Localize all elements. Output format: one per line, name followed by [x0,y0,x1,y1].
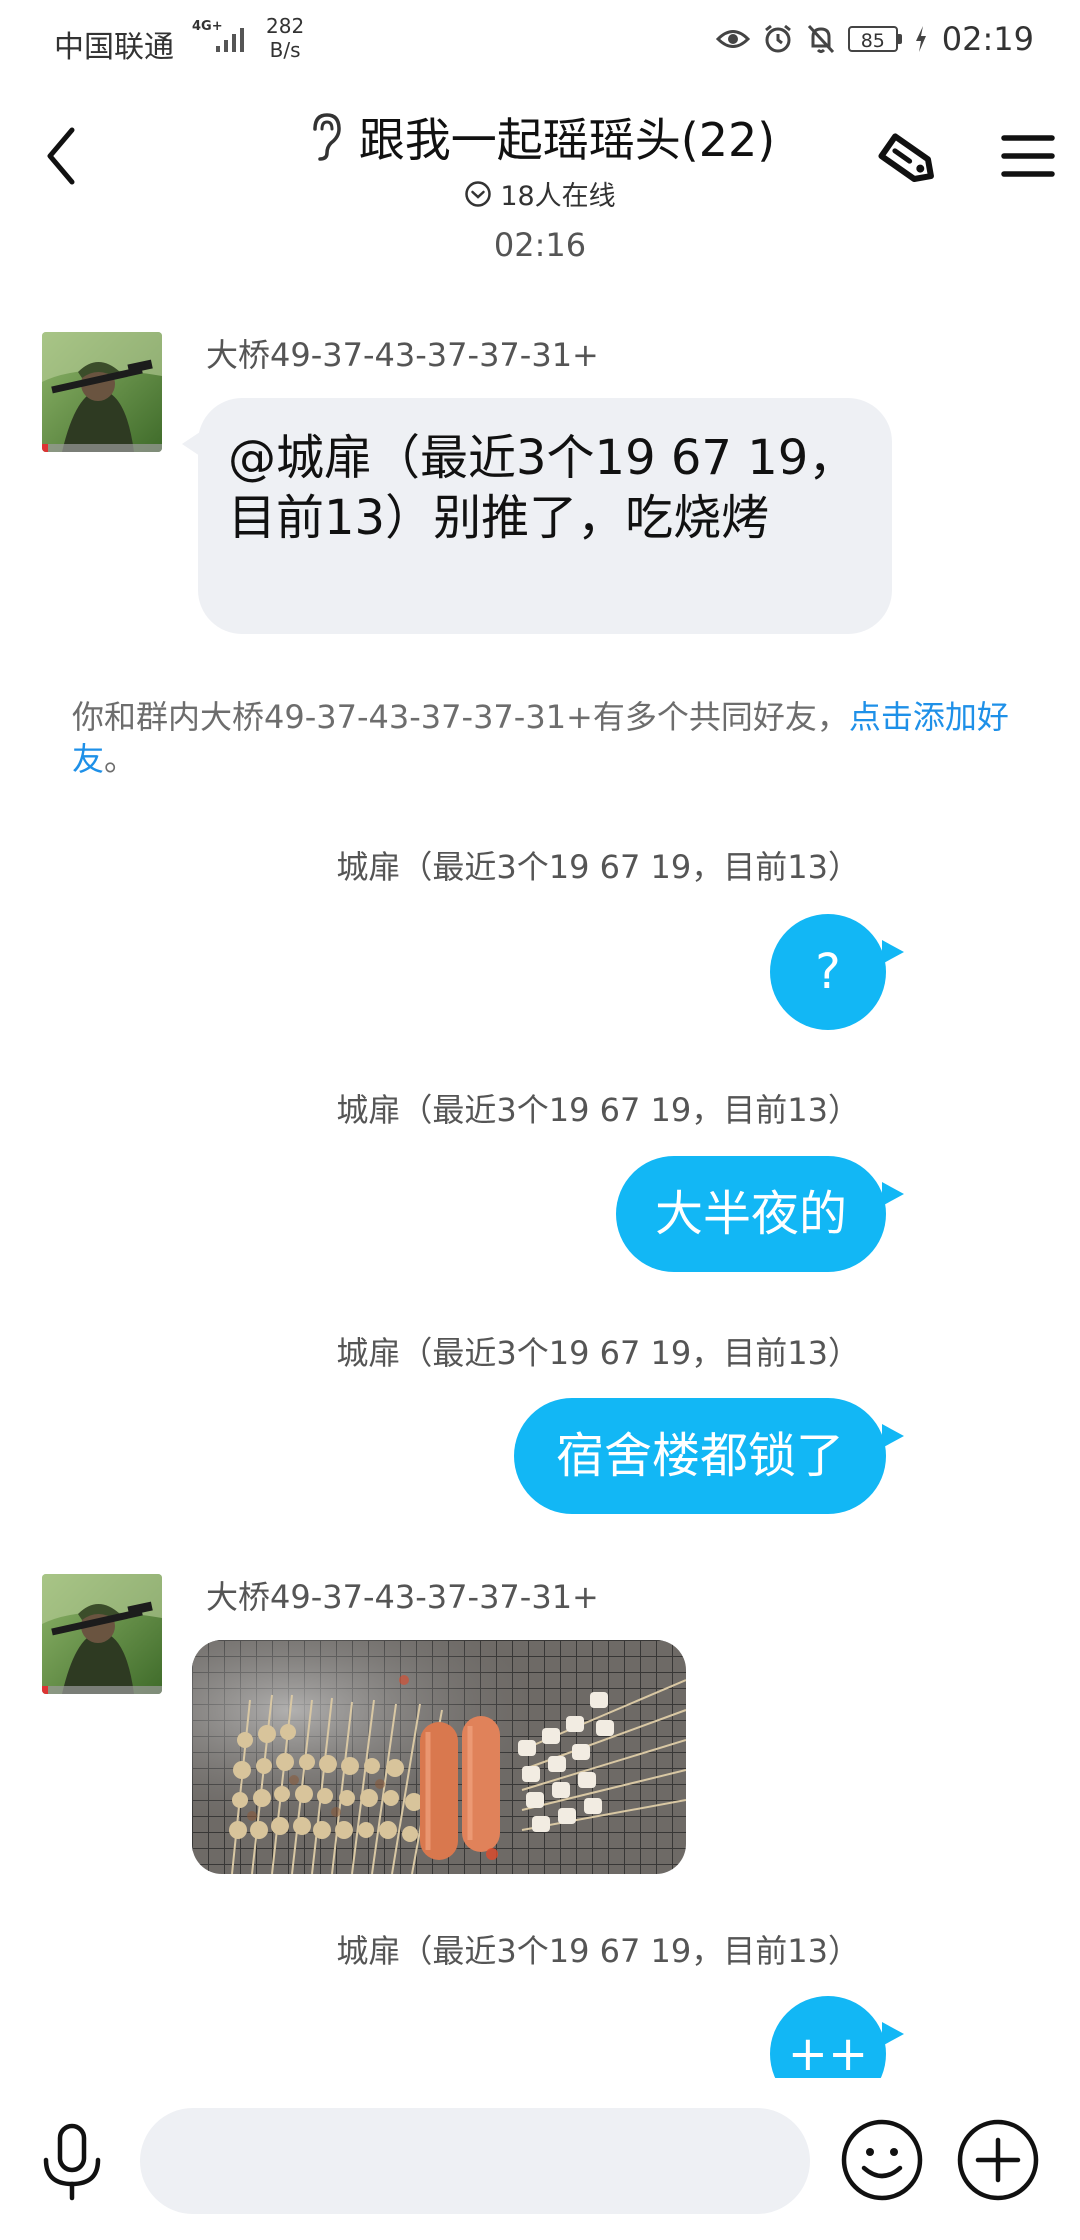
outgoing-message-bubble[interactable]: 宿舍楼都锁了 [514,1398,904,1514]
bbq-photo[interactable] [192,1640,686,1874]
check-circle-icon [465,180,492,207]
status-icons: 85 02:19 [715,20,1034,58]
sender-name: 大桥49-37-43-37-37-31+ [206,336,599,374]
sender-name: 大桥49-37-43-37-37-31+ [206,1578,599,1616]
microphone-icon[interactable] [38,2122,106,2202]
incoming-message-bubble[interactable]: @城扉（最近3个19 67 19，目前13）别推了，吃烧烤 [182,398,892,634]
speed-value: 282 [266,14,305,38]
self-sender-name: 城扉（最近3个19 67 19，目前13） [336,1091,860,1129]
speed-unit: B/s [269,38,301,62]
plus-icon[interactable] [956,2118,1040,2202]
clock: 02:19 [941,20,1034,58]
eye-icon [715,30,750,48]
friend-suggestion-notice: 你和群内大桥49-37-43-37-37-31+有多个共同好友，点击添加好友。 [72,696,1012,780]
battery-icon: 85 [847,26,902,52]
message-timestamp: 02:16 [493,226,587,264]
charging-icon [915,26,926,52]
self-sender-name: 城扉（最近3个19 67 19，目前13） [336,848,860,886]
self-sender-name: 城扉（最近3个19 67 19，目前13） [336,1932,860,1970]
outgoing-message-bubble[interactable]: ? [770,914,904,1030]
alarm-icon [764,24,791,53]
avatar[interactable] [42,1574,162,1694]
notice-end: 。 [104,740,137,778]
self-sender-name: 城扉（最近3个19 67 19，目前13） [336,1334,860,1372]
avatar[interactable] [42,332,162,452]
carrier-label: 中国联通 [54,30,174,65]
chat-header: 跟我一起瑶瑶头(22) 18人在线 [0,80,1080,220]
emoji-icon[interactable] [840,2118,924,2202]
ear-icon [313,113,341,161]
share-tag-icon[interactable] [870,122,946,198]
signal-icon [216,28,244,52]
online-count: 18人在线 [500,181,616,212]
mute-bell-icon [807,24,834,54]
status-bar: 中国联通 4G+ 282 B/s 85 02:19 [0,0,1080,80]
network-speed: 282 B/s [266,14,304,62]
outgoing-message-bubble[interactable]: 大半夜的 [616,1156,904,1272]
message-input[interactable] [140,2108,810,2214]
menu-icon[interactable] [1000,128,1056,184]
message-input-bar [0,2078,1080,2240]
notice-text: 你和群内大桥49-37-43-37-37-31+有多个共同好友， [72,698,849,736]
group-title: 跟我一起瑶瑶头(22) [358,113,776,167]
battery-level: 85 [847,26,898,52]
